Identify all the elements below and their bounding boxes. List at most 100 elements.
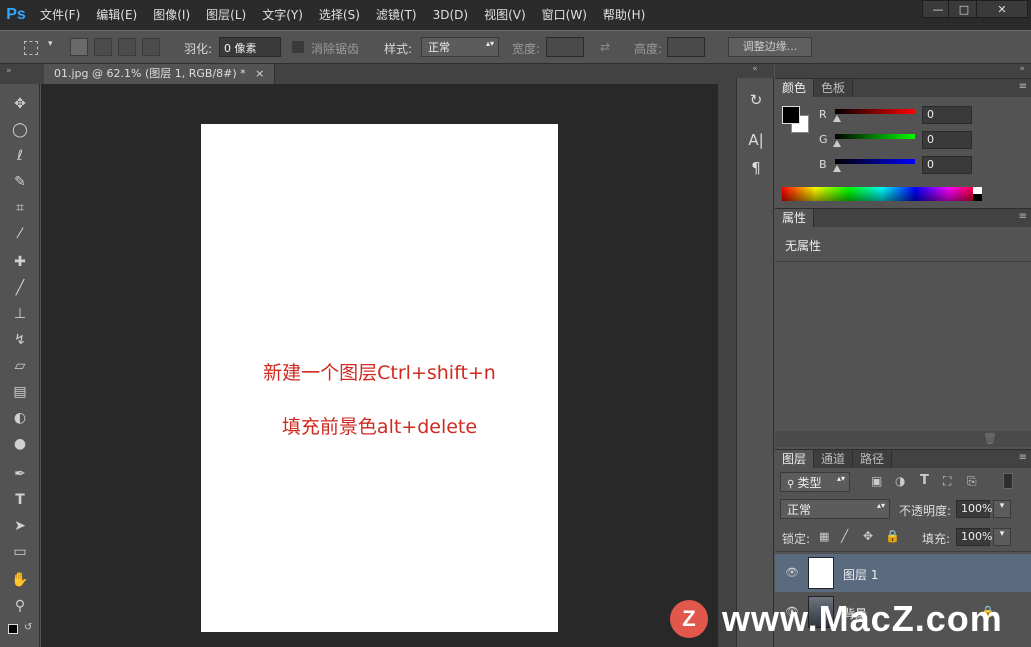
menu-file[interactable]: 文件(F): [32, 0, 88, 30]
expand-panels-icon[interactable]: «: [736, 64, 774, 78]
dodge-tool-icon[interactable]: ●: [8, 432, 32, 456]
close-tab-icon[interactable]: ×: [255, 67, 264, 80]
move-tool-icon[interactable]: ✥: [8, 92, 32, 116]
lock-all-icon[interactable]: 🔒: [885, 529, 900, 543]
zoom-tool-icon[interactable]: ⚲: [8, 594, 32, 618]
layer-name[interactable]: 图层 1: [843, 566, 878, 583]
history-panel-icon[interactable]: ↻: [743, 88, 769, 112]
crop-tool-icon[interactable]: ⌗: [8, 196, 32, 220]
filter-pixel-icon[interactable]: ▣: [871, 474, 882, 488]
filter-toggle[interactable]: [1003, 473, 1013, 489]
collapse-toolbox-icon[interactable]: »: [6, 66, 12, 76]
swap-arrows-icon[interactable]: ⇄: [600, 40, 610, 54]
menu-help[interactable]: 帮助(H): [595, 0, 653, 30]
layer-filter-select[interactable]: ⚲ 类型 ▴▾: [780, 472, 850, 492]
type-tool-icon[interactable]: T: [8, 488, 32, 512]
antialias-checkbox[interactable]: [292, 41, 304, 53]
intersect-selection-icon[interactable]: [142, 38, 160, 56]
menu-edit[interactable]: 编辑(E): [88, 0, 145, 30]
layer-row-selected[interactable]: 👁 图层 1: [775, 554, 1031, 592]
menu-3d[interactable]: 3D(D): [425, 0, 476, 30]
filter-smartobject-icon[interactable]: ⎘: [967, 474, 977, 489]
tab-channels[interactable]: 通道: [814, 450, 854, 468]
green-value[interactable]: 0: [922, 131, 972, 149]
vertical-scrollbar[interactable]: [718, 84, 736, 647]
menu-window[interactable]: 窗口(W): [534, 0, 595, 30]
add-to-selection-icon[interactable]: [94, 38, 112, 56]
filter-type-icon[interactable]: T: [920, 473, 929, 488]
quick-selection-icon[interactable]: ✎: [8, 170, 32, 194]
new-selection-icon[interactable]: [70, 38, 88, 56]
spectrum-black-swatch[interactable]: [973, 194, 982, 201]
filter-shape-icon[interactable]: ⛶: [943, 474, 951, 489]
menu-filter[interactable]: 滤镜(T): [368, 0, 425, 30]
spectrum-white-swatch[interactable]: [973, 187, 982, 194]
opacity-dropdown-icon[interactable]: ▾: [993, 500, 1011, 518]
menu-image[interactable]: 图像(I): [145, 0, 198, 30]
elliptical-marquee-icon[interactable]: ◯: [8, 118, 32, 142]
pen-tool-icon[interactable]: ✒: [8, 462, 32, 486]
color-spectrum-bar[interactable]: [782, 187, 982, 201]
panel-menu-icon[interactable]: ≡: [1019, 452, 1027, 463]
trash-icon[interactable]: 🗑: [983, 432, 997, 445]
visibility-eye-icon[interactable]: 👁: [785, 566, 799, 579]
history-brush-icon[interactable]: ↯: [8, 328, 32, 352]
gradient-tool-icon[interactable]: ▤: [8, 380, 32, 404]
default-colors-icon[interactable]: [8, 624, 18, 634]
path-selection-icon[interactable]: ➤: [8, 514, 32, 538]
tab-swatches[interactable]: 色板: [814, 79, 854, 97]
panel-menu-icon[interactable]: ≡: [1019, 211, 1027, 222]
red-slider-thumb[interactable]: [833, 115, 841, 122]
character-panel-icon[interactable]: A|: [743, 128, 769, 152]
subtract-from-selection-icon[interactable]: [118, 38, 136, 56]
tab-properties[interactable]: 属性: [775, 209, 815, 227]
lock-image-icon[interactable]: ╱: [841, 529, 848, 543]
width-input[interactable]: [546, 37, 584, 57]
menu-layer[interactable]: 图层(L): [198, 0, 254, 30]
eraser-tool-icon[interactable]: ▱: [8, 354, 32, 378]
blue-value[interactable]: 0: [922, 156, 972, 174]
blur-tool-icon[interactable]: ◐: [8, 406, 32, 430]
blend-mode-select[interactable]: 正常 ▴▾: [780, 499, 890, 519]
height-input[interactable]: [667, 37, 705, 57]
blue-slider-thumb[interactable]: [833, 165, 841, 172]
paragraph-panel-icon[interactable]: ¶: [743, 156, 769, 180]
red-slider[interactable]: [835, 109, 915, 114]
menu-select[interactable]: 选择(S): [311, 0, 368, 30]
red-value[interactable]: 0: [922, 106, 972, 124]
green-slider[interactable]: [835, 134, 915, 139]
lock-transparent-icon[interactable]: ▦: [819, 530, 829, 543]
style-select[interactable]: 正常 ▴▾: [421, 37, 499, 57]
lasso-tool-icon[interactable]: ℓ: [8, 144, 32, 168]
marquee-tool-preset-icon[interactable]: [24, 41, 38, 55]
rectangle-tool-icon[interactable]: ▭: [8, 540, 32, 564]
swap-colors-icon[interactable]: ↺: [24, 622, 32, 633]
tab-layers[interactable]: 图层: [775, 450, 815, 468]
clone-stamp-icon[interactable]: ⊥: [8, 302, 32, 326]
menu-view[interactable]: 视图(V): [476, 0, 534, 30]
brush-tool-icon[interactable]: ╱: [8, 276, 32, 300]
fill-input[interactable]: 100%: [956, 528, 992, 546]
chevron-down-icon[interactable]: ▾: [48, 39, 53, 49]
tab-paths[interactable]: 路径: [853, 450, 893, 468]
filter-adjustment-icon[interactable]: ◑: [895, 474, 905, 488]
healing-brush-icon[interactable]: ✚: [8, 250, 32, 274]
eyedropper-icon[interactable]: ⁄: [8, 222, 32, 246]
panel-menu-icon[interactable]: ≡: [1019, 81, 1027, 92]
document-canvas[interactable]: 新建一个图层Ctrl+shift+n 填充前景色alt+delete: [201, 124, 558, 632]
close-button[interactable]: ✕: [976, 0, 1028, 18]
document-tab[interactable]: 01.jpg @ 62.1% (图层 1, RGB/8#) * ×: [44, 64, 276, 84]
refine-edge-button[interactable]: 调整边缘...: [728, 37, 812, 57]
menu-type[interactable]: 文字(Y): [254, 0, 311, 30]
red-label: R: [819, 108, 827, 121]
collapse-dock-icon[interactable]: »: [1019, 64, 1025, 74]
foreground-color-swatch[interactable]: [782, 106, 800, 124]
blue-slider[interactable]: [835, 159, 915, 164]
hand-tool-icon[interactable]: ✋: [8, 568, 32, 592]
opacity-input[interactable]: 100%: [956, 500, 992, 518]
feather-input[interactable]: 0 像素: [219, 37, 281, 57]
green-slider-thumb[interactable]: [833, 140, 841, 147]
tab-color[interactable]: 颜色: [775, 79, 815, 97]
fill-dropdown-icon[interactable]: ▾: [993, 528, 1011, 546]
lock-position-icon[interactable]: ✥: [863, 529, 873, 543]
